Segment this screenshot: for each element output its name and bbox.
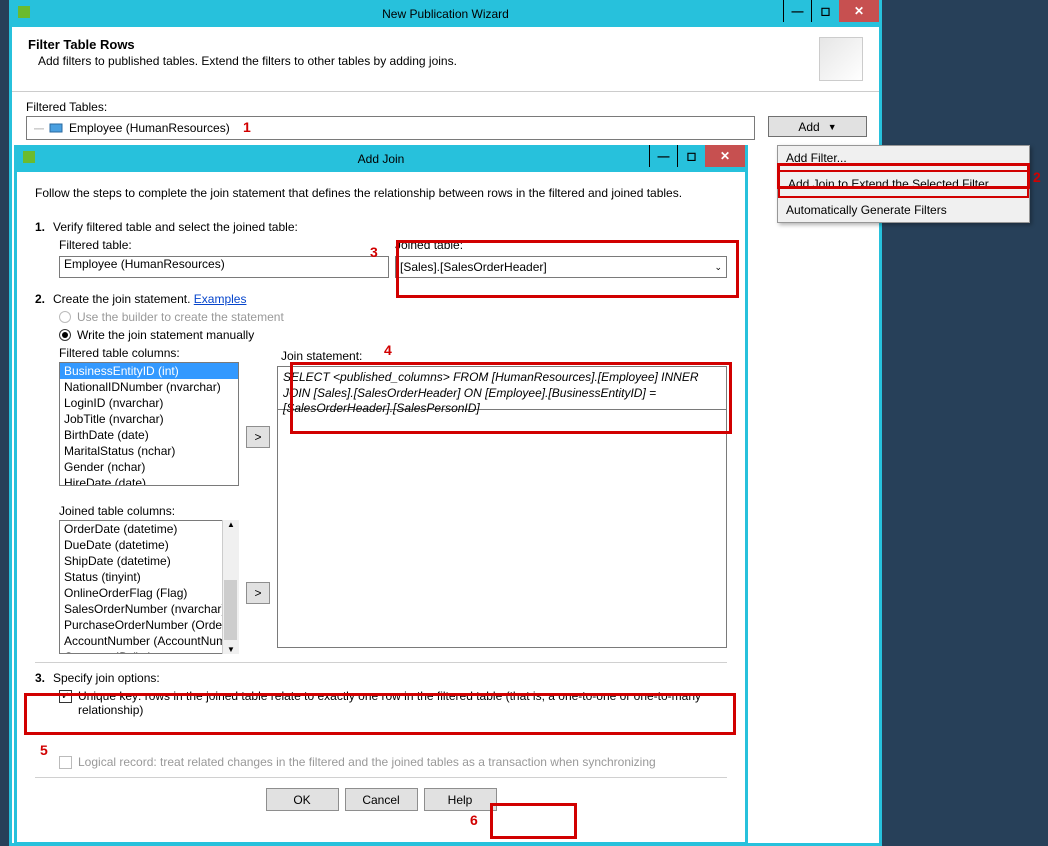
annotation-1: 1	[243, 119, 251, 135]
list-item[interactable]: BusinessEntityID (int)	[60, 363, 238, 379]
cancel-button[interactable]: Cancel	[345, 788, 418, 811]
ok-button[interactable]: OK	[266, 788, 339, 811]
filtered-tables-tree[interactable]: ····· Employee (HumanResources)	[26, 116, 755, 140]
list-item[interactable]: HireDate (date)	[60, 475, 238, 486]
help-button[interactable]: Help	[424, 788, 497, 811]
annotation-box-6	[490, 803, 577, 839]
list-item[interactable]: OrderDate (datetime)	[60, 521, 221, 537]
annotation-3: 3	[370, 244, 378, 260]
filtered-tables-label: Filtered Tables:	[26, 100, 865, 114]
main-titlebar: New Publication Wizard — ◻ ✕	[12, 0, 879, 27]
add-join-title: Add Join	[17, 152, 745, 166]
close-button[interactable]: ✕	[839, 0, 879, 22]
annotation-box-2	[777, 163, 1030, 189]
page-title: Filter Table Rows	[28, 37, 819, 52]
filtered-table-field: Employee (HumanResources)	[59, 256, 389, 278]
main-title: New Publication Wizard	[12, 7, 879, 21]
menu-auto-generate[interactable]: Automatically Generate Filters	[778, 198, 1029, 222]
list-item[interactable]: OnlineOrderFlag (Flag)	[60, 585, 221, 601]
list-item[interactable]: PurchaseOrderNumber (OrderNum	[60, 617, 221, 633]
aj-close-button[interactable]: ✕	[705, 145, 745, 167]
radio-builder-label: Use the builder to create the statement	[77, 310, 284, 324]
filtered-columns-listbox[interactable]: BusinessEntityID (int) NationalIDNumber …	[59, 362, 239, 486]
logical-record-label: Logical record: treat related changes in…	[78, 755, 656, 769]
step1-number: 1.	[35, 220, 53, 234]
move-right-button-1[interactable]: >	[246, 426, 270, 448]
chevron-down-icon: ▼	[828, 122, 837, 132]
join-statement-area[interactable]	[277, 410, 727, 648]
step1-label: Verify filtered table and select the joi…	[53, 220, 298, 234]
list-item[interactable]: DueDate (datetime)	[60, 537, 221, 553]
step2-label: Create the join statement.	[53, 292, 190, 306]
joined-cols-label: Joined table columns:	[59, 504, 239, 518]
header-panel: Filter Table Rows Add filters to publish…	[12, 27, 879, 92]
annotation-box-5	[24, 693, 736, 735]
list-item[interactable]: JobTitle (nvarchar)	[60, 411, 238, 427]
aj-minimize-button[interactable]: —	[649, 145, 677, 167]
radio-manual-label: Write the join statement manually	[77, 328, 254, 342]
step2-number: 2.	[35, 292, 53, 306]
step3-number: 3.	[35, 671, 53, 685]
annotation-5: 5	[40, 742, 48, 758]
tree-item-employee[interactable]: Employee (HumanResources)	[51, 121, 230, 135]
add-join-titlebar: Add Join — ◻ ✕	[17, 145, 745, 172]
examples-link[interactable]: Examples	[194, 292, 247, 306]
filtered-cols-label: Filtered table columns:	[59, 346, 239, 360]
list-item[interactable]: NationalIDNumber (nvarchar)	[60, 379, 238, 395]
list-item[interactable]: MaritalStatus (nchar)	[60, 443, 238, 459]
intro-text: Follow the steps to complete the join st…	[35, 186, 727, 200]
scrollbar[interactable]: ▲ ▼	[222, 520, 239, 654]
step3-label: Specify join options:	[53, 671, 160, 685]
move-right-button-2[interactable]: >	[246, 582, 270, 604]
annotation-box-4	[290, 362, 732, 434]
table-icon	[49, 121, 63, 135]
annotation-6: 6	[470, 812, 478, 828]
annotation-4: 4	[384, 342, 392, 358]
aj-maximize-button[interactable]: ◻	[677, 145, 705, 167]
list-item[interactable]: LoginID (nvarchar)	[60, 395, 238, 411]
list-item[interactable]: AccountNumber (AccountNumber)	[60, 633, 221, 649]
add-button[interactable]: Add ▼	[768, 116, 867, 137]
annotation-2: 2	[1033, 169, 1041, 185]
list-item[interactable]: Gender (nchar)	[60, 459, 238, 475]
list-item[interactable]: ShipDate (datetime)	[60, 553, 221, 569]
annotation-box-3	[396, 240, 739, 298]
minimize-button[interactable]: —	[783, 0, 811, 22]
list-item[interactable]: Status (tinyint)	[60, 569, 221, 585]
page-subtitle: Add filters to published tables. Extend …	[28, 54, 819, 68]
filtered-table-label: Filtered table:	[59, 238, 389, 252]
list-item[interactable]: CustomerID (int)	[60, 649, 221, 654]
list-item[interactable]: SalesOrderNumber (nvarchar)	[60, 601, 221, 617]
radio-manual[interactable]	[59, 329, 71, 341]
header-graphic	[819, 37, 863, 81]
logical-record-checkbox	[59, 756, 72, 769]
joined-columns-listbox[interactable]: OrderDate (datetime) DueDate (datetime) …	[59, 520, 239, 654]
radio-builder	[59, 311, 71, 323]
list-item[interactable]: BirthDate (date)	[60, 427, 238, 443]
maximize-button[interactable]: ◻	[811, 0, 839, 22]
